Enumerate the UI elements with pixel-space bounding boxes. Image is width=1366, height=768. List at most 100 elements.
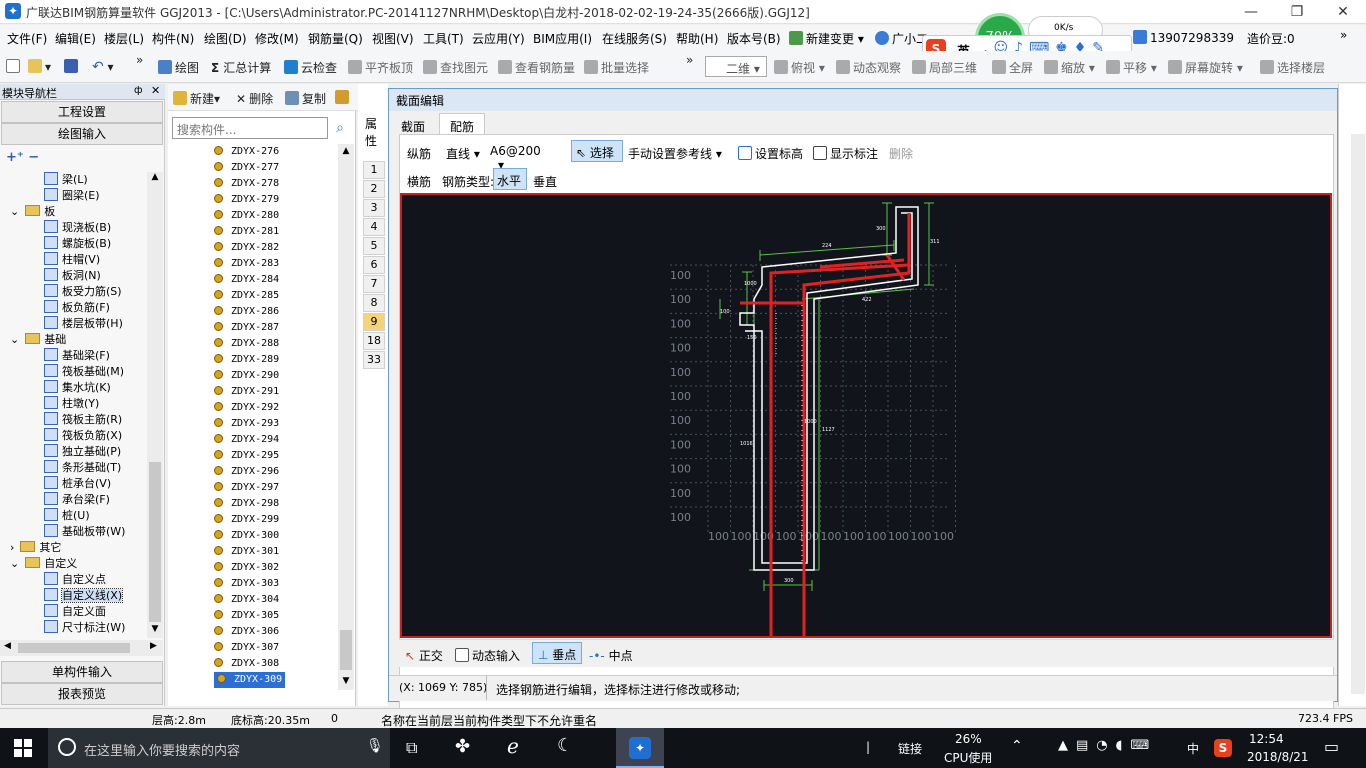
tree-item[interactable]: 筏板基础(M) — [44, 364, 124, 380]
tree-item[interactable]: 自定义点 — [44, 572, 106, 588]
component-search-input[interactable]: 搜索构件... — [172, 117, 328, 139]
tree-folder[interactable]: ⌄ 基础 — [10, 332, 66, 348]
tree-item[interactable]: 自定义线(X) — [44, 588, 124, 604]
local-3d-button[interactable]: 局部三维 — [912, 59, 977, 76]
report-preview-button[interactable]: 报表预览 — [1, 683, 163, 705]
menu-floor[interactable]: 楼层(L) — [104, 30, 144, 47]
draw-button[interactable]: 绘图 — [158, 59, 199, 76]
component-list-item[interactable]: ZDYX-286 — [214, 304, 279, 320]
nav-hscrollbar[interactable]: ◀ ▶ — [0, 640, 163, 656]
price-beans[interactable]: 造价豆:0 — [1247, 30, 1295, 47]
comp-scrollbar[interactable]: ▲ ▼ — [338, 144, 354, 690]
screen-rotate-button[interactable]: 屏幕旋转 ▾ — [1168, 59, 1243, 76]
dynamic-input-button[interactable]: 动态输入 — [455, 647, 520, 664]
component-list-item[interactable]: ZDYX-278 — [214, 176, 279, 192]
property-row-number[interactable]: 7 — [363, 275, 385, 293]
search-icon[interactable]: ⌕ — [329, 117, 351, 139]
tree-item[interactable]: 独立基础(P) — [44, 444, 121, 460]
tab-section[interactable]: 截面 — [401, 118, 425, 135]
component-list-item[interactable]: ZDYX-277 — [214, 160, 279, 176]
task-view-icon[interactable]: ⧉ — [406, 738, 417, 758]
property-row-number[interactable]: 1 — [363, 161, 385, 179]
tree-item[interactable]: 基础梁(F) — [44, 348, 110, 364]
component-list-item[interactable]: ZDYX-279 — [214, 192, 279, 208]
tree-item[interactable]: 基础板带(W) — [44, 524, 125, 540]
component-list-item[interactable]: ZDYX-280 — [214, 208, 279, 224]
taskbar-search[interactable]: 在这里输入你要搜索的内容 🎙 — [48, 728, 390, 768]
scroll-thumb[interactable] — [149, 462, 161, 622]
menu-assistant[interactable]: 广小二 — [875, 30, 928, 47]
dialog-delete-button[interactable]: 删除 — [889, 145, 913, 162]
sogou-tray-icon[interactable]: S — [1214, 739, 1232, 757]
tree-item[interactable]: 筏板负筋(X) — [44, 428, 122, 444]
property-row-number[interactable]: 18 — [363, 332, 385, 350]
component-list-item[interactable]: ZDYX-309 — [214, 672, 286, 688]
tree-item[interactable]: 集水坑(K) — [44, 380, 111, 396]
single-component-input-button[interactable]: 单构件输入 — [1, 661, 163, 683]
cloud-check-button[interactable]: 云检查 — [284, 59, 337, 76]
tab-rebar[interactable]: 配筋 — [439, 113, 486, 135]
component-list-item[interactable]: ZDYX-276 — [214, 144, 279, 160]
component-list-item[interactable]: ZDYX-296 — [214, 464, 279, 480]
tree-item[interactable]: 尺寸标注(W) — [44, 620, 125, 636]
property-tab[interactable]: 属性 — [365, 115, 388, 149]
component-list-item[interactable]: ZDYX-291 — [214, 384, 279, 400]
set-elevation-button[interactable]: 设置标高 — [738, 145, 803, 162]
undo-icon[interactable]: ↶ ▾ — [92, 59, 114, 75]
menu-rebar-qty[interactable]: 钢筋量(Q) — [308, 30, 363, 47]
component-list-item[interactable]: ZDYX-305 — [214, 608, 279, 624]
tree-item[interactable]: 柱墩(Y) — [44, 396, 99, 412]
line-type-select[interactable]: 直线 ▾ — [446, 145, 480, 162]
find-element-button[interactable]: 查找图元 — [423, 59, 488, 76]
expand-toggle-icon[interactable]: ⌄ — [10, 205, 19, 218]
component-list-item[interactable]: ZDYX-282 — [214, 240, 279, 256]
component-list-item[interactable]: ZDYX-288 — [214, 336, 279, 352]
property-row-number[interactable]: 8 — [363, 294, 385, 312]
select-tool-button[interactable]: ⇖ 选择 — [571, 140, 623, 162]
dimension-label[interactable]: 1000 — [804, 419, 817, 425]
menu-new-change[interactable]: 新建变更 ▾ — [789, 30, 864, 47]
menu-modify[interactable]: 修改(M) — [255, 30, 299, 47]
dynamic-view-button[interactable]: 动态观察 — [836, 59, 901, 76]
minimize-button[interactable]: — — [1228, 0, 1274, 24]
comp-scroll-up-icon[interactable]: ▲ — [338, 146, 354, 156]
sum-calc-button[interactable]: Σ 汇总计算 — [211, 59, 271, 76]
tree-item[interactable]: 筏板主筋(R) — [44, 412, 122, 428]
scroll-down-icon[interactable]: ▼ — [147, 624, 163, 634]
delete-component-button[interactable]: ✕ 删除 — [236, 90, 273, 107]
tree-item[interactable]: 柱帽(V) — [44, 252, 100, 268]
menu-scroll-icon[interactable]: » — [1340, 28, 1347, 42]
section-canvas[interactable]: 100 100 100 100 100 100 100 100 100 100 100 100 100 1… — [400, 193, 1332, 638]
property-row-number[interactable]: 4 — [363, 218, 385, 236]
comp-scroll-thumb[interactable] — [340, 630, 352, 670]
dimension-label[interactable]: 224 — [822, 243, 832, 249]
manual-ref-button[interactable]: 手动设置参考线 ▾ — [628, 145, 722, 162]
fullscreen-button[interactable]: 全屏 — [992, 59, 1033, 76]
component-list-item[interactable]: ZDYX-295 — [214, 448, 279, 464]
tree-item[interactable]: 自定义面 — [44, 604, 106, 620]
vertical-toggle[interactable]: 垂直 — [533, 173, 557, 190]
dimension-label[interactable]: 300 — [784, 578, 794, 584]
link-label[interactable]: 链接 — [898, 740, 922, 757]
dimension-label[interactable]: 422 — [862, 297, 872, 303]
dimension-label[interactable]: 1127 — [822, 427, 835, 433]
component-list-item[interactable]: ZDYX-304 — [214, 592, 279, 608]
clock-date[interactable]: 2018/8/21 — [1247, 750, 1309, 764]
menu-edit[interactable]: 编辑(E) — [55, 30, 96, 47]
tree-item[interactable]: 现浇板(B) — [44, 220, 111, 236]
maximize-button[interactable]: ❐ — [1274, 0, 1320, 24]
tree-item[interactable]: 梁(L) — [44, 172, 88, 188]
tree-item[interactable]: 条形基础(T) — [44, 460, 121, 476]
tray-icons[interactable]: ▲▤◔◖⌨ — [1058, 738, 1157, 753]
right-scrollbar[interactable] — [1351, 134, 1365, 694]
dimension-label[interactable]: 300 — [876, 226, 886, 232]
user-account[interactable]: 13907298339 — [1133, 30, 1234, 45]
nav-close-icon[interactable]: ✕ — [151, 84, 160, 97]
midpoint-snap-button[interactable]: -•- 中点 — [589, 647, 633, 664]
tree-item[interactable]: 承台梁(F) — [44, 492, 110, 508]
component-list-item[interactable]: ZDYX-301 — [214, 544, 279, 560]
component-list-item[interactable]: ZDYX-281 — [214, 224, 279, 240]
tree-folder[interactable]: › 其它 — [10, 540, 61, 556]
property-row-number[interactable]: 3 — [363, 199, 385, 217]
perpendicular-snap-button[interactable]: ⊥ 垂点 — [532, 642, 583, 664]
